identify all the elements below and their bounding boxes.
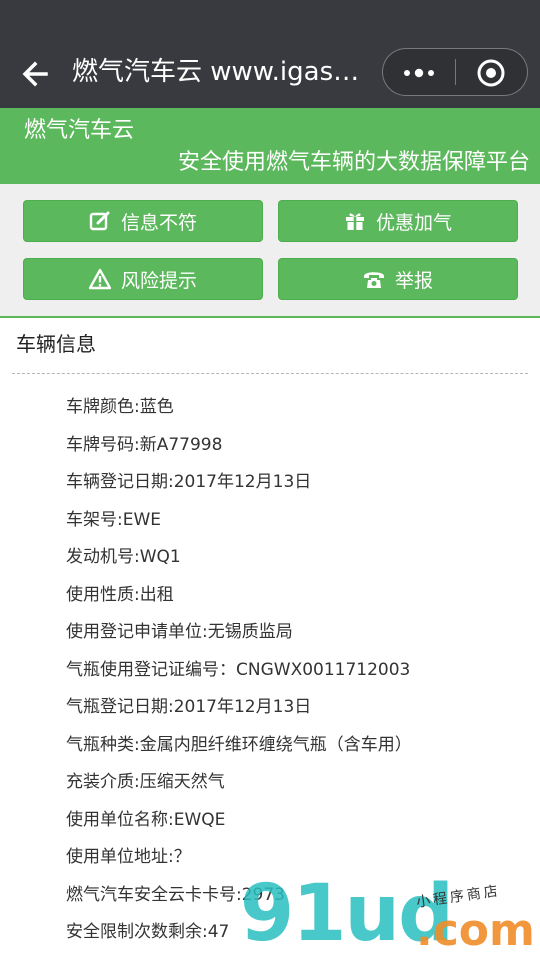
top-nav-bar: 燃气汽车云 www.igas… xyxy=(0,0,540,108)
more-dots-icon[interactable] xyxy=(399,61,439,85)
watermark-domain: .com xyxy=(416,905,535,956)
list-item: 充装介质:压缩天然气 xyxy=(66,772,225,792)
vehicle-info-title: 车辆信息 xyxy=(16,332,96,356)
list-item: 气瓶使用登记证编号：CNGWX0011712003 xyxy=(66,659,411,680)
list-item: 车架号:EWE xyxy=(66,509,162,530)
discount-gas-button[interactable]: 优惠加气 xyxy=(278,200,518,242)
list-item: 气瓶登记日期:2017年12月13日 xyxy=(66,697,312,717)
target-circle-icon[interactable] xyxy=(475,57,507,89)
list-item: 使用性质:出租 xyxy=(66,584,174,605)
list-item: 气瓶种类:金属内胆纤维环缠绕气瓶（含车用） xyxy=(66,734,412,755)
hero-banner: 燃气汽车云 安全使用燃气车辆的大数据保障平台 xyxy=(0,108,540,184)
screen: 燃气汽车云 www.igas… 燃气汽车云 安全使用燃气车辆的大数据保障平台 信… xyxy=(0,0,540,960)
report-label: 举报 xyxy=(394,269,433,292)
list-item: 使用单位名称:EWQE xyxy=(66,809,226,830)
list-item: 车牌颜色:蓝色 xyxy=(66,397,174,417)
dashed-divider xyxy=(12,373,528,374)
capsule-divider xyxy=(455,59,456,85)
nav-title: 燃气汽车云 www.igas… xyxy=(72,57,360,87)
risk-alert-label: 风险提示 xyxy=(120,269,197,292)
warning-icon xyxy=(88,268,111,290)
brand-name: 燃气汽车云 xyxy=(24,118,135,143)
discount-gas-label: 优惠加气 xyxy=(375,211,452,234)
list-item: 使用登记申请单位:无锡质监局 xyxy=(66,622,293,642)
info-mismatch-button[interactable]: 信息不符 xyxy=(23,200,263,242)
brand-slogan: 安全使用燃气车辆的大数据保障平台 xyxy=(177,150,530,175)
list-item: 车牌号码:新A77998 xyxy=(66,434,223,455)
capsule-menu xyxy=(382,48,528,96)
watermark: 91ud 小程序商店 .com xyxy=(240,874,540,960)
risk-alert-button[interactable]: 风险提示 xyxy=(23,258,263,300)
list-item: 车辆登记日期:2017年12月13日 xyxy=(66,472,312,492)
action-panel: 信息不符 优惠加气 风险提示 举报 xyxy=(0,184,540,318)
arrow-left-icon[interactable] xyxy=(16,54,56,94)
list-item: 发动机号:WQ1 xyxy=(66,547,181,567)
report-button[interactable]: 举报 xyxy=(278,258,518,300)
edit-icon xyxy=(89,211,110,231)
phone-icon xyxy=(363,272,384,288)
info-mismatch-label: 信息不符 xyxy=(120,211,197,234)
gift-icon xyxy=(345,213,364,230)
